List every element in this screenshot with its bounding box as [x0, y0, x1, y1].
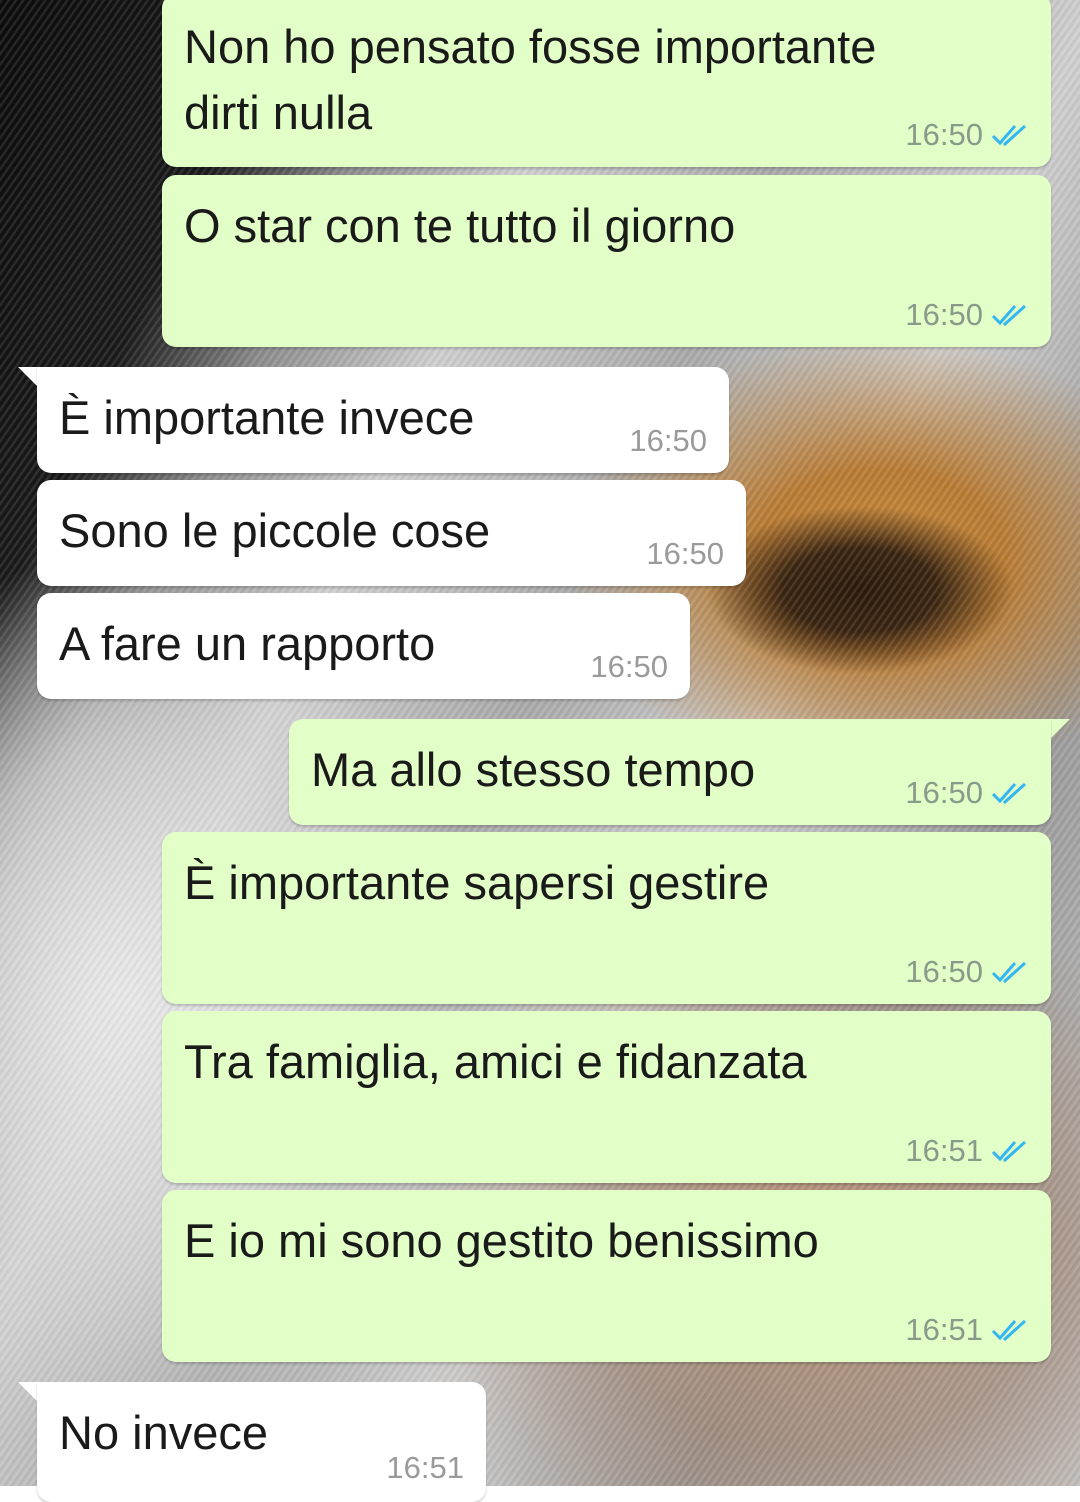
message-time: 16:50 — [590, 649, 668, 684]
message-meta: 16:50 — [905, 775, 1029, 811]
message-text: No invece — [59, 1406, 268, 1459]
message-meta: 16:50 — [629, 423, 707, 459]
message-meta: 16:50 — [905, 117, 1029, 153]
message-bubble-outgoing[interactable]: Ma allo stesso tempo 16:50 — [289, 719, 1051, 825]
message-time: 16:50 — [905, 775, 983, 810]
double-check-icon — [991, 961, 1027, 984]
message-text: E io mi sono gestito benissimo — [184, 1214, 819, 1267]
message-bubble-outgoing[interactable]: Non ho pensato fosse importante dirti nu… — [162, 0, 1051, 167]
message-meta: 16:51 — [386, 1450, 464, 1486]
message-meta: 16:50 — [905, 954, 1029, 990]
message-text: Ma allo stesso tempo — [311, 743, 756, 796]
message-bubble-outgoing[interactable]: È importante sapersi gestire 16:50 — [162, 832, 1051, 1004]
message-meta: 16:51 — [905, 1312, 1029, 1348]
message-bubble-incoming[interactable]: No invece 16:51 — [37, 1382, 486, 1502]
message-meta: 16:51 — [905, 1133, 1029, 1169]
message-text: Non ho pensato fosse importante dirti nu… — [184, 20, 877, 139]
message-time: 16:51 — [905, 1133, 983, 1168]
message-text: È importante sapersi gestire — [184, 856, 770, 909]
message-text: O star con te tutto il giorno — [184, 199, 736, 252]
message-time: 16:50 — [646, 536, 724, 571]
double-check-icon — [991, 304, 1027, 327]
message-time: 16:50 — [905, 954, 983, 989]
message-text: A fare un rapporto — [59, 617, 436, 670]
message-text: Tra famiglia, amici e fidanzata — [184, 1035, 807, 1088]
message-bubble-incoming[interactable]: A fare un rapporto 16:50 — [37, 593, 690, 699]
message-bubble-outgoing[interactable]: O star con te tutto il giorno 16:50 — [162, 175, 1051, 347]
double-check-icon — [991, 1319, 1027, 1342]
message-time: 16:50 — [629, 423, 707, 458]
message-meta: 16:50 — [646, 536, 724, 572]
message-text: È importante invece — [59, 391, 475, 444]
double-check-icon — [991, 782, 1027, 805]
message-bubble-incoming[interactable]: È importante invece 16:50 — [37, 367, 729, 473]
message-time: 16:50 — [905, 117, 983, 152]
message-meta: 16:50 — [590, 649, 668, 685]
message-bubble-outgoing[interactable]: Tra famiglia, amici e fidanzata 16:51 — [162, 1011, 1051, 1183]
message-time: 16:50 — [905, 297, 983, 332]
message-time: 16:51 — [905, 1312, 983, 1347]
message-time: 16:51 — [386, 1450, 464, 1485]
double-check-icon — [991, 124, 1027, 147]
message-bubble-outgoing[interactable]: E io mi sono gestito benissimo 16:51 — [162, 1190, 1051, 1362]
message-meta: 16:50 — [905, 297, 1029, 333]
double-check-icon — [991, 1140, 1027, 1163]
message-text: Sono le piccole cose — [59, 504, 491, 557]
message-bubble-incoming[interactable]: Sono le piccole cose 16:50 — [37, 480, 746, 586]
